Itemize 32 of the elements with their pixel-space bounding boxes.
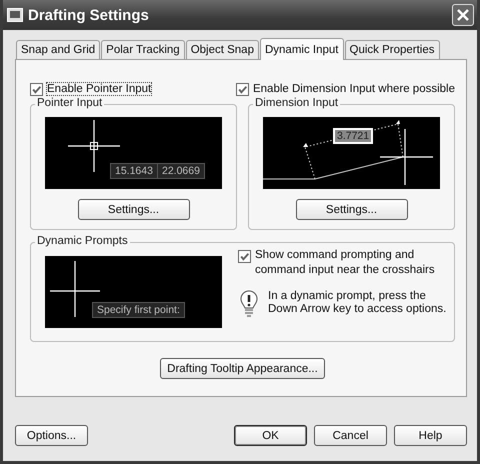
options-button[interactable]: Options... — [15, 425, 88, 446]
settings-button[interactable]: Settings... — [78, 199, 190, 220]
window-title: Drafting Settings — [28, 6, 150, 24]
lightbulb-icon — [240, 290, 258, 318]
crosshair-icon — [379, 128, 434, 186]
tab[interactable]: Polar Tracking — [101, 40, 185, 59]
tab[interactable]: Dynamic Input — [260, 38, 344, 60]
checkbox-label[interactable]: Enable Pointer Input — [30, 82, 152, 96]
ok-button[interactable]: OK — [234, 425, 307, 446]
settings-button[interactable]: Settings... — [296, 199, 408, 220]
close-button[interactable] — [452, 4, 474, 26]
prompt-tooltip: Specify first point: — [92, 302, 185, 318]
tab[interactable]: Snap and Grid — [16, 40, 100, 59]
tooltip-appearance-button[interactable]: Drafting Tooltip Appearance... — [160, 358, 325, 379]
coordinate-tooltip: 15.1643 — [110, 163, 158, 179]
hint-text: In a dynamic prompt, press the Down Arrow key to access options. — [268, 290, 448, 316]
checkbox-label[interactable]: Enable Dimension Input where possible — [236, 82, 455, 96]
group-title: Pointer Input — [35, 97, 104, 109]
checkbox[interactable] — [236, 82, 249, 96]
app-icon — [7, 8, 23, 22]
group-title: Dimension Input — [253, 97, 340, 109]
checkbox[interactable] — [238, 250, 251, 263]
group-title: Dynamic Prompts — [35, 235, 130, 247]
tab[interactable]: Object Snap — [186, 40, 259, 59]
help-button[interactable]: Help — [394, 425, 467, 446]
dimension-value-field: 3.7721 — [333, 128, 374, 144]
coordinate-tooltip: 22.0669 — [157, 163, 205, 179]
tab[interactable]: Quick Properties — [344, 40, 440, 59]
checkbox-label[interactable]: Show command prompting and command input near the crosshairs — [238, 248, 448, 278]
cancel-button[interactable]: Cancel — [314, 425, 387, 446]
checkbox[interactable] — [30, 82, 43, 96]
close-icon — [457, 9, 469, 21]
